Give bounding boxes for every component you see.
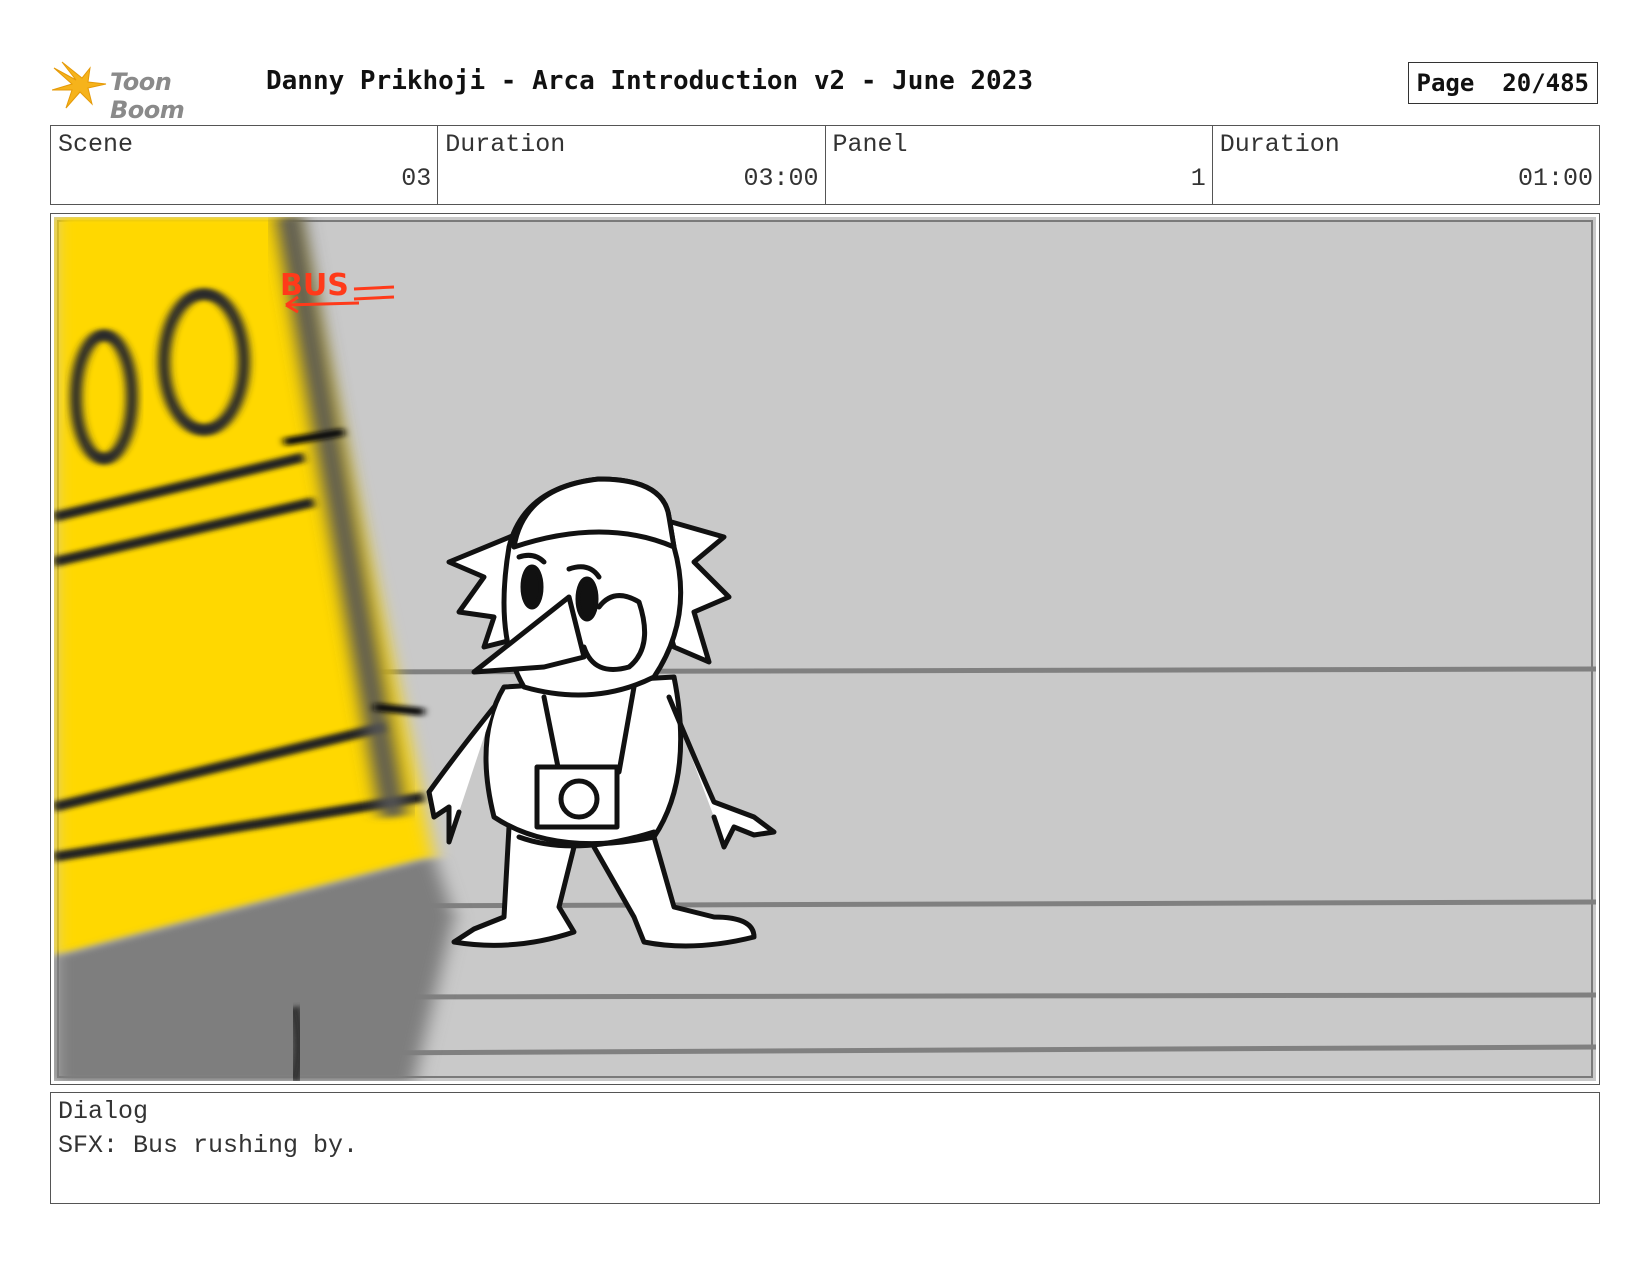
starburst-icon xyxy=(52,61,107,109)
scene-label: Scene xyxy=(58,130,134,159)
dialog-text: SFX: Bus rushing by. xyxy=(58,1131,359,1160)
panel-label: Panel xyxy=(832,130,908,159)
scene-value: 03 xyxy=(401,164,432,193)
scene-cell: Scene 03 xyxy=(51,126,439,204)
logo-text: Toon Boom xyxy=(110,68,185,124)
panel-duration-label: Duration xyxy=(1219,130,1340,159)
page-header: Toon Boom Danny Prikhoji - Arca Introduc… xyxy=(52,58,1600,124)
scene-duration-label: Duration xyxy=(445,130,566,159)
dialog-box: Dialog SFX: Bus rushing by. xyxy=(50,1092,1600,1204)
panel-drawing: BUS xyxy=(54,217,1596,1081)
storyboard-panel: BUS xyxy=(50,213,1600,1085)
page-indicator: Page 20/485 xyxy=(1407,62,1598,104)
toon-boom-logo: Toon Boom xyxy=(52,58,252,124)
scene-duration-cell: Duration 03:00 xyxy=(438,126,826,204)
scene-duration-value: 03:00 xyxy=(743,164,819,193)
panel-cell: Panel 1 xyxy=(826,126,1213,204)
dialog-label: Dialog xyxy=(58,1097,149,1126)
panel-value: 1 xyxy=(1190,164,1206,193)
panel-duration-value: 01:00 xyxy=(1517,164,1593,193)
panel-duration-cell: Duration 01:00 xyxy=(1213,126,1599,204)
document-title: Danny Prikhoji - Arca Introduction v2 - … xyxy=(266,66,1034,96)
page-number: 20/485 xyxy=(1502,69,1589,97)
page-label: Page xyxy=(1416,69,1475,97)
annotation-label: BUS xyxy=(280,268,349,303)
scene-info-row: Scene 03 Duration 03:00 Panel 1 Duration… xyxy=(50,125,1600,205)
